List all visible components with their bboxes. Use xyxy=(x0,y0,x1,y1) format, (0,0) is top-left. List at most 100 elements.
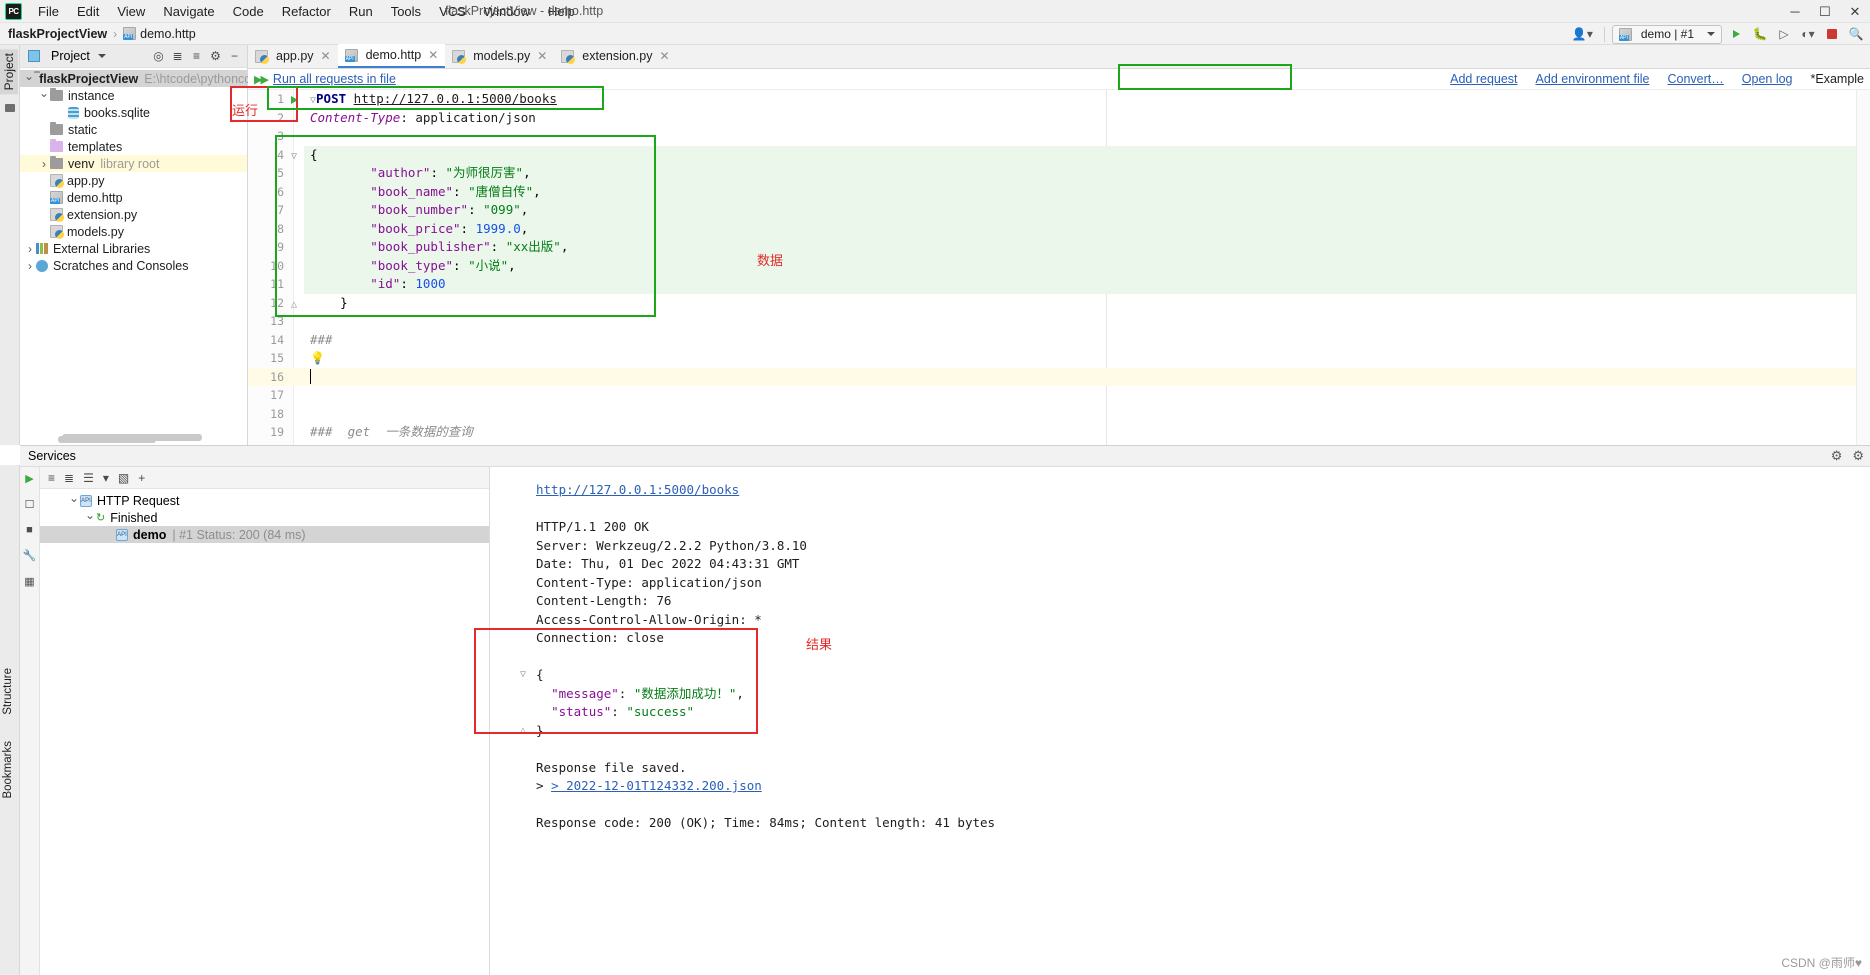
code-line[interactable]: 8 "book_price": 1999.0, xyxy=(248,219,1870,238)
code-line[interactable]: 11 "id": 1000 xyxy=(248,275,1870,294)
tree-node-external-libraries[interactable]: External Libraries xyxy=(20,240,247,257)
stop-button[interactable] xyxy=(1822,24,1842,44)
tab-demo-http[interactable]: demo.http ✕ xyxy=(337,44,446,68)
close-icon[interactable]: ✕ xyxy=(659,49,669,63)
add-icon[interactable]: + xyxy=(138,471,145,485)
add-environment-file-button[interactable]: Add environment file xyxy=(1536,72,1650,86)
locate-file-icon[interactable]: ◎ xyxy=(150,48,167,65)
convert-button[interactable]: Convert… xyxy=(1667,72,1723,86)
chevron-down-icon[interactable] xyxy=(68,494,80,508)
menu-code[interactable]: Code xyxy=(224,1,273,22)
response-output-pane[interactable]: http://127.0.0.1:5000/books HTTP/1.1 200… xyxy=(490,467,1870,975)
settings-gear-icon[interactable]: ⚙ xyxy=(1852,448,1864,464)
run-all-requests-link[interactable]: Run all requests in file xyxy=(273,72,396,86)
services-node-http-request[interactable]: API HTTP Request xyxy=(40,492,489,509)
collapse-all-icon[interactable]: ≣ xyxy=(64,471,74,485)
code-line-current[interactable]: 16 xyxy=(248,367,1870,386)
output-line-saved-file[interactable]: > > 2022-12-01T124332.200.json xyxy=(536,777,1870,796)
chevron-down-icon[interactable] xyxy=(84,511,96,525)
code-line[interactable]: 2 Content-Type: application/json xyxy=(248,109,1870,128)
folder-icon[interactable] xyxy=(4,104,15,113)
code-line[interactable]: 18 xyxy=(248,405,1870,424)
add-request-button[interactable]: Add request xyxy=(1450,72,1517,86)
examples-button[interactable]: *Example xyxy=(1811,72,1865,86)
tree-node-books-sqlite[interactable]: books.sqlite xyxy=(20,104,247,121)
grid-icon[interactable]: ▦ xyxy=(24,575,34,588)
services-node-demo[interactable]: API demo | #1 Status: 200 (84 ms) xyxy=(40,526,489,543)
coverage-button[interactable]: ▷ xyxy=(1774,24,1794,44)
services-horizontal-scrollbar[interactable] xyxy=(62,434,202,441)
chevron-right-icon[interactable] xyxy=(24,242,36,256)
menu-tools[interactable]: Tools xyxy=(382,1,430,22)
menu-edit[interactable]: Edit xyxy=(68,1,108,22)
show-icon[interactable]: ▧ xyxy=(118,471,129,485)
account-person-icon[interactable]: 👤▾ xyxy=(1568,27,1597,41)
code-line[interactable]: 5 "author": "为师很厉害", xyxy=(248,164,1870,183)
tree-node-demo-http[interactable]: demo.http xyxy=(20,189,247,206)
tree-node-flaskprojectview[interactable]: flaskProjectView E:\htcode\pythoncod xyxy=(20,70,258,87)
tab-models-py[interactable]: models.py ✕ xyxy=(445,44,554,68)
code-line[interactable]: 14 ### xyxy=(248,331,1870,350)
expand-all-icon[interactable]: ≣ xyxy=(169,48,186,65)
debug-button[interactable]: 🐛 xyxy=(1750,24,1770,44)
fold-gutter-icon[interactable]: ▽ xyxy=(284,147,304,162)
maximize-icon[interactable]: ☐ xyxy=(1810,0,1840,23)
chevron-down-icon[interactable] xyxy=(38,89,50,103)
stop-icon[interactable]: ☐ xyxy=(25,498,35,511)
tree-node-instance[interactable]: instance xyxy=(20,87,247,104)
breadcrumb-file[interactable]: demo.http xyxy=(140,27,196,41)
tree-node-extension-py[interactable]: extension.py xyxy=(20,206,247,223)
collapse-all-icon[interactable]: ≡ xyxy=(188,48,205,65)
code-line[interactable]: 12 △ } xyxy=(248,294,1870,313)
code-line[interactable]: 17 xyxy=(248,386,1870,405)
run-request-gutter-icon[interactable] xyxy=(284,92,304,107)
tab-app-py[interactable]: app.py ✕ xyxy=(248,44,338,68)
code-line[interactable]: 15 💡 xyxy=(248,349,1870,368)
editor-scrollbar[interactable] xyxy=(1856,90,1870,445)
menu-navigate[interactable]: Navigate xyxy=(154,1,223,22)
menu-run[interactable]: Run xyxy=(340,1,382,22)
expand-all-icon[interactable]: ≡ xyxy=(48,471,55,485)
menu-file[interactable]: File xyxy=(29,1,68,22)
code-line[interactable]: 3 xyxy=(248,127,1870,146)
run-button[interactable] xyxy=(1726,24,1746,44)
code-line[interactable]: 10 "book_type": "小说", xyxy=(248,256,1870,275)
hide-panel-icon[interactable]: − xyxy=(226,48,243,65)
build-icon[interactable]: ■ xyxy=(26,524,33,536)
tree-node-models-py[interactable]: models.py xyxy=(20,223,247,240)
fold-icon[interactable]: △ xyxy=(520,722,526,741)
tool-window-button-project[interactable]: Project xyxy=(0,49,18,95)
chevron-down-icon[interactable] xyxy=(24,72,34,86)
breadcrumb-project[interactable]: flaskProjectView xyxy=(8,27,107,41)
close-icon[interactable]: ✕ xyxy=(537,49,547,63)
tree-node-venv[interactable]: venv library root xyxy=(20,155,247,172)
intention-bulb-icon[interactable]: 💡 xyxy=(310,351,325,365)
group-icon[interactable]: ☰ xyxy=(83,471,94,485)
close-icon[interactable]: ✕ xyxy=(1840,0,1870,23)
profile-button[interactable]: ◐▾ xyxy=(1798,24,1818,44)
code-line[interactable]: 7 "book_number": "099", xyxy=(248,201,1870,220)
close-icon[interactable]: ✕ xyxy=(428,48,438,62)
services-node-finished[interactable]: ↻ Finished xyxy=(40,509,489,526)
open-log-button[interactable]: Open log xyxy=(1742,72,1793,86)
close-icon[interactable]: ✕ xyxy=(321,49,331,63)
menu-refactor[interactable]: Refactor xyxy=(273,1,340,22)
filter-icon[interactable]: ▾ xyxy=(103,471,109,485)
chevron-right-icon[interactable] xyxy=(38,157,50,171)
code-line[interactable]: 6 "book_name": "唐僧自传", xyxy=(248,182,1870,201)
search-icon[interactable]: 🔍 xyxy=(1846,24,1866,44)
project-view-chevron-down-icon[interactable] xyxy=(97,54,106,58)
chevron-right-icon[interactable] xyxy=(24,259,36,273)
code-editor[interactable]: 1 ▽POST http://127.0.0.1:5000/books 2 Co… xyxy=(248,90,1870,445)
code-line[interactable]: 4 ▽ { xyxy=(248,145,1870,164)
help-icon[interactable]: ⚙ xyxy=(1831,448,1843,464)
tree-node-app-py[interactable]: app.py xyxy=(20,172,247,189)
tree-node-scratches-and-consoles[interactable]: Scratches and Consoles xyxy=(20,257,247,274)
tool-window-button-structure[interactable]: Structure xyxy=(0,665,16,718)
tree-node-templates[interactable]: templates xyxy=(20,138,247,155)
minimize-icon[interactable]: ─ xyxy=(1780,0,1810,23)
run-all-icon[interactable]: ▶▶ xyxy=(254,73,269,86)
tab-extension-py[interactable]: extension.py ✕ xyxy=(554,44,676,68)
run-configuration-selector[interactable]: demo | #1 xyxy=(1611,24,1722,44)
tool-window-button-bookmarks[interactable]: Bookmarks xyxy=(0,738,16,802)
